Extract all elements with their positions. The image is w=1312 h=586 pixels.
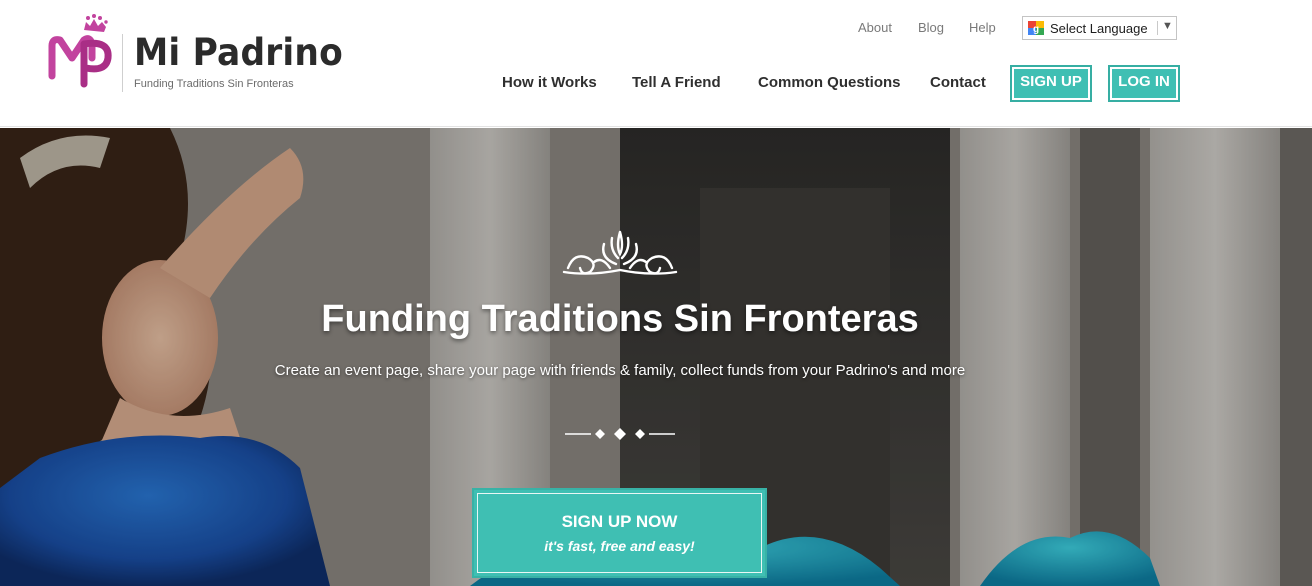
flourish-ornament-icon <box>562 230 678 275</box>
svg-text:g: g <box>1033 24 1039 35</box>
nav-how-it-works[interactable]: How it Works <box>502 74 597 91</box>
nav-contact[interactable]: Contact <box>930 74 986 91</box>
cta-main-label: SIGN UP NOW <box>561 512 678 531</box>
login-button[interactable]: LOG IN <box>1108 65 1180 102</box>
logo-divider <box>122 34 123 92</box>
nav-common-questions[interactable]: Common Questions <box>758 74 901 91</box>
brand-tagline: Funding Traditions Sin Fronteras <box>134 78 294 90</box>
site-header: Mi Padrino Funding Traditions Sin Fronte… <box>0 0 1312 127</box>
language-select-label: Select Language <box>1050 21 1148 36</box>
nav-tell-a-friend[interactable]: Tell A Friend <box>632 74 721 91</box>
signup-now-cta-button[interactable]: SIGN UP NOW it's fast, free and easy! <box>472 488 767 578</box>
brand-name: Mi Padrino <box>134 31 343 74</box>
signup-button[interactable]: SIGN UP <box>1010 65 1092 102</box>
hero-banner: Funding Traditions Sin Fronteras Create … <box>0 128 1312 586</box>
help-link[interactable]: Help <box>969 20 996 35</box>
language-select-separator <box>1157 21 1158 35</box>
hero-title: Funding Traditions Sin Fronteras <box>321 298 919 340</box>
chevron-down-icon: ▼ <box>1162 20 1173 32</box>
hero-subtitle: Create an event page, share your page wi… <box>274 362 966 379</box>
language-select[interactable]: g Select Language ▼ <box>1022 16 1177 40</box>
mp-crown-logo-icon <box>48 14 112 88</box>
google-g-icon: g <box>1028 21 1044 35</box>
blog-link[interactable]: Blog <box>918 20 944 35</box>
site-logo[interactable]: Mi Padrino Funding Traditions Sin Fronte… <box>48 14 348 94</box>
diamond-divider-icon <box>565 428 675 440</box>
about-link[interactable]: About <box>858 20 892 35</box>
cta-sub-label: it's fast, free and easy! <box>544 538 695 554</box>
